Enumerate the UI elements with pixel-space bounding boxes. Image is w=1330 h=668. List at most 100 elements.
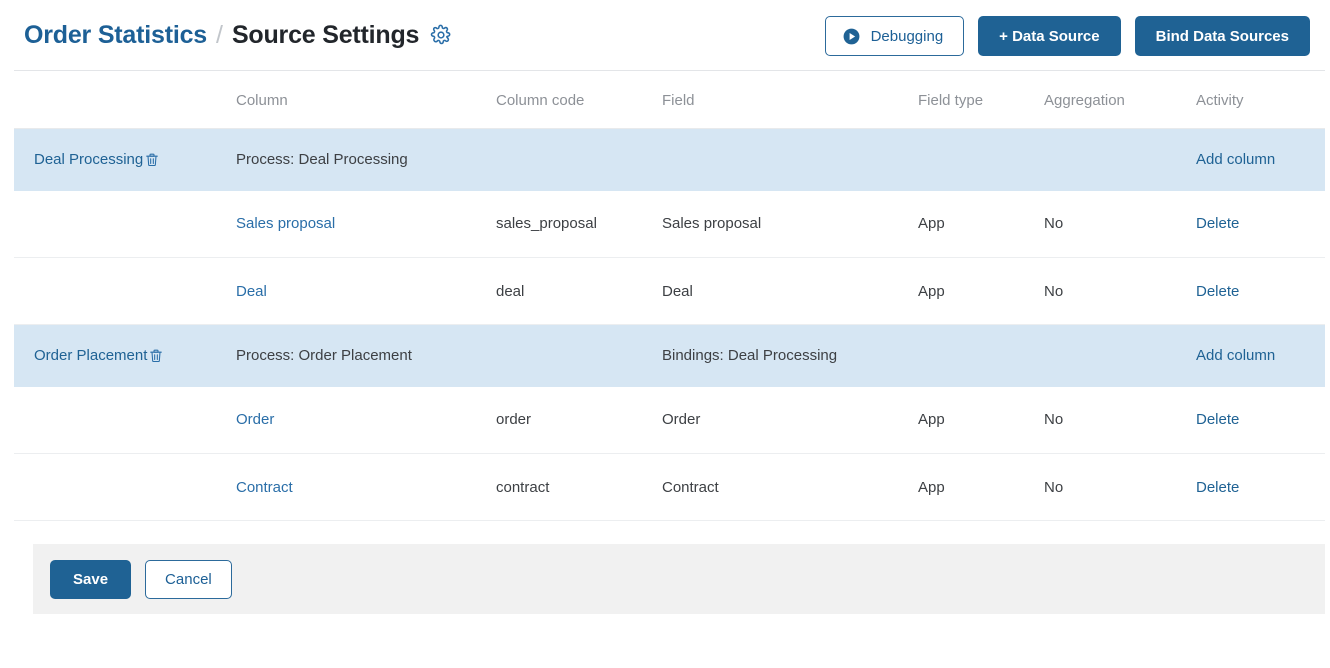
row-field-cell: Order [662, 386, 918, 454]
save-button-label: Save [73, 570, 109, 588]
column-header-aggregation: Aggregation [1044, 70, 1196, 129]
group-row: Order Placement Process: Order Placement B… [14, 324, 1325, 387]
group-name-link[interactable]: Order Placement [34, 347, 164, 364]
page-title: Source Settings [231, 20, 420, 49]
bind-data-sources-label: Bind Data Sources [1155, 27, 1289, 45]
page-root: Order Statistics / Source Settings Debug… [0, 0, 1330, 668]
table-header-row: Column Column code Field Field type Aggr… [14, 70, 1325, 129]
row-activity-cell: Delete [1196, 257, 1325, 325]
row-field-value: Sales proposal [662, 215, 762, 233]
group-process-cell: Process: Deal Processing [236, 128, 662, 191]
table-head: Column Column code Field Field type Aggr… [14, 70, 1325, 129]
page-header: Order Statistics / Source Settings Debug… [0, 0, 1330, 70]
row-column-link[interactable]: Deal [236, 283, 267, 300]
row-column-code-value: contract [496, 478, 550, 496]
row-column-link[interactable]: Order [236, 411, 274, 428]
row-field-cell: Sales proposal [662, 190, 918, 258]
row-field-value: Deal [662, 282, 693, 300]
group-process-label: Process: Order Placement [236, 347, 412, 365]
group-activity-cell: Add column [1196, 128, 1325, 191]
group-name-link[interactable]: Deal Processing [34, 151, 160, 168]
add-data-source-label: + Data Source [999, 27, 1100, 45]
row-aggregation-value: No [1044, 478, 1064, 496]
row-spacer-cell [14, 257, 236, 325]
trash-icon[interactable] [148, 347, 164, 364]
breadcrumb-separator: / [215, 20, 223, 49]
group-name-label: Deal Processing [34, 151, 144, 169]
row-activity-cell: Delete [1196, 386, 1325, 454]
form-action-bar: Save Cancel [33, 544, 1325, 614]
group-row: Deal Processing Process: Deal Processing A… [14, 128, 1325, 191]
source-settings-table-wrap: Column Column code Field Field type Aggr… [0, 70, 1330, 521]
header-actions: Debugging + Data Source Bind Data Source… [824, 16, 1310, 56]
group-activity-cell: Add column [1196, 324, 1325, 387]
row-aggregation-value: No [1044, 411, 1064, 429]
debugging-button-label: Debugging [870, 27, 944, 45]
group-field-type-cell [918, 128, 1044, 191]
row-delete-link[interactable]: Delete [1196, 411, 1239, 428]
column-header-name [14, 70, 236, 129]
row-column-code-value: sales_proposal [496, 215, 597, 233]
column-header-column: Column [236, 70, 496, 129]
row-aggregation-value: No [1044, 282, 1064, 300]
column-header-field: Field [662, 70, 918, 129]
debugging-button[interactable]: Debugging [824, 16, 965, 56]
column-header-activity: Activity [1196, 70, 1325, 129]
row-field-cell: Contract [662, 453, 918, 521]
row-column-link[interactable]: Contract [236, 479, 293, 496]
table-row: Order order Order App No Delete [14, 386, 1325, 454]
gear-icon[interactable] [430, 24, 452, 46]
row-aggregation-cell: No [1044, 453, 1196, 521]
add-column-link[interactable]: Add column [1196, 347, 1275, 364]
row-delete-link[interactable]: Delete [1196, 215, 1239, 232]
group-process-cell: Process: Order Placement [236, 324, 662, 387]
row-field-type-value: App [918, 478, 945, 496]
group-name-label: Order Placement [34, 347, 148, 365]
source-settings-table: Column Column code Field Field type Aggr… [14, 70, 1325, 521]
row-field-type-value: App [918, 215, 945, 233]
group-field-type-cell [918, 324, 1044, 387]
row-field-type-cell: App [918, 190, 1044, 258]
row-column-cell: Contract [236, 453, 496, 521]
row-column-code-value: order [496, 411, 532, 429]
cancel-button[interactable]: Cancel [145, 559, 232, 599]
row-field-type-cell: App [918, 386, 1044, 454]
row-column-link[interactable]: Sales proposal [236, 215, 335, 232]
breadcrumb: Order Statistics / Source Settings [24, 21, 452, 50]
column-header-field-type: Field type [918, 70, 1044, 129]
row-column-code-cell: contract [496, 453, 662, 521]
save-button[interactable]: Save [50, 559, 132, 599]
row-column-code-cell: sales_proposal [496, 190, 662, 258]
group-aggregation-cell [1044, 324, 1196, 387]
row-field-cell: Deal [662, 257, 918, 325]
table-body: Deal Processing Process: Deal Processing A… [14, 128, 1325, 521]
row-column-cell: Order [236, 386, 496, 454]
add-column-link[interactable]: Add column [1196, 151, 1275, 168]
group-name-cell: Order Placement [14, 324, 236, 387]
row-field-type-value: App [918, 282, 945, 300]
row-column-code-value: deal [496, 282, 525, 300]
bind-data-sources-button[interactable]: Bind Data Sources [1134, 16, 1310, 56]
row-aggregation-cell: No [1044, 386, 1196, 454]
play-circle-icon [842, 27, 861, 46]
row-aggregation-cell: No [1044, 190, 1196, 258]
row-activity-cell: Delete [1196, 453, 1325, 521]
table-row: Deal deal Deal App No Delete [14, 257, 1325, 325]
row-column-cell: Deal [236, 257, 496, 325]
group-bindings-cell: Bindings: Deal Processing [662, 324, 918, 387]
row-field-value: Contract [662, 478, 719, 496]
column-header-column-code: Column code [496, 70, 662, 129]
row-column-code-cell: order [496, 386, 662, 454]
table-row: Sales proposal sales_proposal Sales propos… [14, 190, 1325, 258]
row-field-type-cell: App [918, 257, 1044, 325]
add-data-source-button[interactable]: + Data Source [978, 16, 1121, 56]
row-delete-link[interactable]: Delete [1196, 283, 1239, 300]
breadcrumb-parent-link[interactable]: Order Statistics [24, 21, 207, 50]
row-column-cell: Sales proposal [236, 190, 496, 258]
row-spacer-cell [14, 386, 236, 454]
cancel-button-label: Cancel [165, 570, 212, 588]
row-delete-link[interactable]: Delete [1196, 479, 1239, 496]
trash-icon[interactable] [144, 151, 160, 168]
row-activity-cell: Delete [1196, 190, 1325, 258]
group-process-label: Process: Deal Processing [236, 151, 408, 169]
